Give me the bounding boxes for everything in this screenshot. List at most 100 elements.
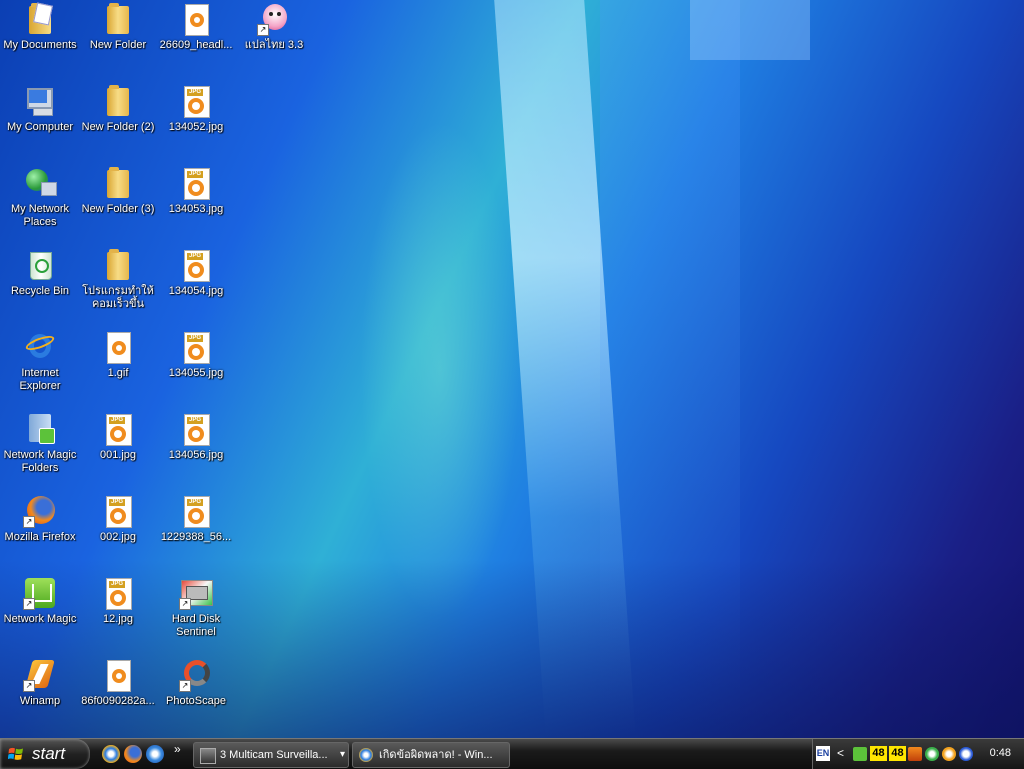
jpg-file-icon: JPG: [101, 576, 135, 610]
desktop-icon-134052-jpg[interactable]: JPG 134052.jpg: [156, 84, 236, 134]
task-label: เกิดข้อผิดพลาด! - Win...: [379, 749, 493, 761]
folder-icon: [101, 248, 135, 282]
desktop-icon-label: Mozilla Firefox: [4, 531, 76, 543]
desktop-icon-label: My Network Places: [10, 203, 70, 228]
desktop-icon-12-jpg[interactable]: JPG 12.jpg: [78, 576, 158, 626]
network-magic-icon: ↗: [23, 576, 57, 610]
jpg-file-icon: JPG: [179, 412, 213, 446]
desktop-icon-1229388-56[interactable]: JPG 1229388_56...: [156, 494, 236, 544]
network-magic-folders-icon: [23, 412, 57, 446]
desktop-icon-134056-jpg[interactable]: JPG 134056.jpg: [156, 412, 236, 462]
desktop-icon-134055-jpg[interactable]: JPG 134055.jpg: [156, 330, 236, 380]
desktop-icon-network-magic[interactable]: ↗ Network Magic: [0, 576, 80, 626]
network-globe-icon: [23, 166, 57, 200]
tray-counter-1[interactable]: 48: [870, 746, 887, 761]
desktop-icon-86f0090282a[interactable]: 86f0090282a...: [78, 658, 158, 708]
desktop-icon-label: Network Magic Folders: [3, 449, 77, 474]
download-tray-icon[interactable]: [908, 747, 922, 761]
winamp-icon: ↗: [23, 658, 57, 692]
desktop-icon-photoscape[interactable]: ↗ PhotoScape: [156, 658, 236, 708]
my-documents-icon: [23, 2, 57, 36]
desktop-icon-134054-jpg[interactable]: JPG 134054.jpg: [156, 248, 236, 298]
shortcut-arrow-icon: ↗: [257, 24, 269, 36]
desktop-icon-label: PhotoScape: [166, 695, 226, 707]
system-tray: EN < 48 48 0:48: [812, 739, 1024, 769]
desktop-icon-label: 134053.jpg: [168, 203, 224, 215]
desktop-icon-internet-explorer[interactable]: Internet Explorer: [0, 330, 80, 393]
desktop-icon-1-gif[interactable]: 1.gif: [78, 330, 158, 380]
desktop-icon-my-documents[interactable]: My Documents: [0, 2, 80, 52]
group-dropdown-icon: ▾: [339, 749, 345, 760]
desktop-icon-label: New Folder: [89, 39, 147, 51]
folder-icon: [101, 166, 135, 200]
tray-counter-2[interactable]: 48: [889, 746, 906, 761]
desktop-icon-label: 134055.jpg: [168, 367, 224, 379]
desktop: My Documents My Computer My Network Plac…: [0, 0, 1024, 738]
desktop-icon-label: My Computer: [6, 121, 74, 133]
camera-app-icon: [200, 748, 216, 764]
desktop-icon-label: Hard Disk Sentinel: [171, 613, 221, 638]
desktop-icon-thai-folder[interactable]: โปรแกรมทำให้คอมเร็วขึ้น: [78, 248, 158, 311]
antivirus-tray-icon[interactable]: [942, 747, 956, 761]
clock[interactable]: 0:48: [990, 747, 1011, 759]
desktop-icon-label: แปลไทย 3.3: [244, 39, 304, 51]
jpg-file-icon: JPG: [101, 412, 135, 446]
start-button[interactable]: start: [0, 739, 90, 769]
messenger-tray-icon[interactable]: [925, 747, 939, 761]
update-tray-icon[interactable]: [959, 747, 973, 761]
desktop-icon-label: 26609_headl...: [159, 39, 233, 51]
taskbar-button-multicam[interactable]: 3 Multicam Surveilla... ▾: [193, 742, 349, 768]
desktop-icon-hard-disk-sentinel[interactable]: ↗ Hard Disk Sentinel: [156, 576, 236, 639]
translator-mascot-icon: ↗: [257, 2, 291, 36]
desktop-icon-new-folder-2[interactable]: New Folder (2): [78, 84, 158, 134]
desktop-icon-label: 86f0090282a...: [81, 695, 155, 707]
desktop-icon-my-network-places[interactable]: My Network Places: [0, 166, 80, 229]
folder-icon: [101, 84, 135, 118]
quick-launch-more-button[interactable]: »: [174, 742, 181, 756]
desktop-icon-002-jpg[interactable]: JPG 002.jpg: [78, 494, 158, 544]
desktop-icon-label: 1.gif: [107, 367, 129, 379]
shortcut-arrow-icon: ↗: [23, 680, 35, 692]
quick-launch-browser-icon[interactable]: [146, 745, 164, 763]
desktop-icon-label: 134052.jpg: [168, 121, 224, 133]
recycle-bin-icon: [23, 248, 57, 282]
internet-explorer-icon: [359, 748, 373, 762]
desktop-icon-winamp[interactable]: ↗ Winamp: [0, 658, 80, 708]
taskbar: start » 3 Multicam Surveilla... ▾ เกิดข้…: [0, 738, 1024, 769]
folder-icon: [101, 2, 135, 36]
show-hidden-icons-button[interactable]: <: [837, 746, 844, 760]
desktop-icon-label: Winamp: [19, 695, 61, 707]
image-file-icon: [179, 2, 213, 36]
desktop-icon-label: Recycle Bin: [10, 285, 70, 297]
desktop-icon-mozilla-firefox[interactable]: ↗ Mozilla Firefox: [0, 494, 80, 544]
desktop-icon-my-computer[interactable]: My Computer: [0, 84, 80, 134]
taskbar-button-error-window[interactable]: เกิดข้อผิดพลาด! - Win...: [352, 742, 510, 768]
quick-launch-firefox-icon[interactable]: [124, 745, 142, 763]
desktop-icon-label: 001.jpg: [99, 449, 137, 461]
quick-launch-internet-explorer-icon[interactable]: [102, 745, 120, 763]
image-file-icon: [101, 658, 135, 692]
desktop-icon-recycle-bin[interactable]: Recycle Bin: [0, 248, 80, 298]
my-computer-icon: [23, 84, 57, 118]
desktop-icon-label: 1229388_56...: [160, 531, 232, 543]
desktop-icon-134053-jpg[interactable]: JPG 134053.jpg: [156, 166, 236, 216]
windows-logo-icon: [8, 747, 23, 760]
hard-disk-icon: ↗: [179, 576, 213, 610]
jpg-file-icon: JPG: [101, 494, 135, 528]
start-label: start: [32, 744, 66, 763]
desktop-icon-thai-translator[interactable]: ↗ แปลไทย 3.3: [234, 2, 314, 52]
jpg-file-icon: JPG: [179, 494, 213, 528]
desktop-icon-new-folder-3[interactable]: New Folder (3): [78, 166, 158, 216]
desktop-icon-001-jpg[interactable]: JPG 001.jpg: [78, 412, 158, 462]
desktop-icon-label: 12.jpg: [103, 613, 133, 625]
shortcut-arrow-icon: ↗: [179, 680, 191, 692]
image-file-icon: [101, 330, 135, 364]
firefox-icon: ↗: [23, 494, 57, 528]
desktop-icon-network-magic-folders[interactable]: Network Magic Folders: [0, 412, 80, 475]
language-indicator[interactable]: EN: [816, 746, 830, 761]
desktop-icon-new-folder[interactable]: New Folder: [78, 2, 158, 52]
network-magic-tray-icon[interactable]: [853, 747, 867, 761]
desktop-icon-26609-headl[interactable]: 26609_headl...: [156, 2, 236, 52]
desktop-icon-label: 134054.jpg: [168, 285, 224, 297]
photoscape-icon: ↗: [179, 658, 213, 692]
